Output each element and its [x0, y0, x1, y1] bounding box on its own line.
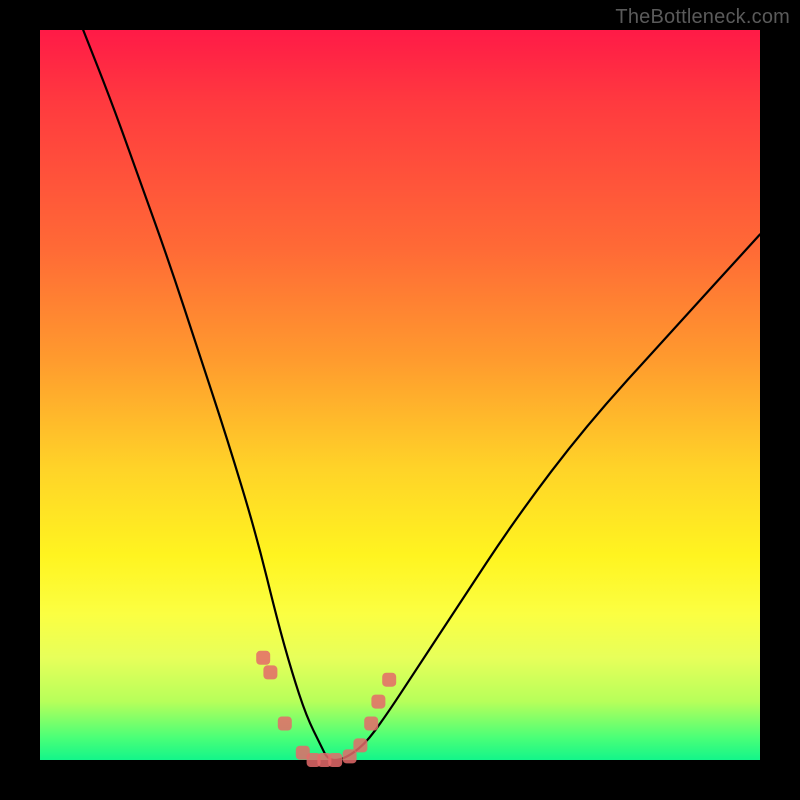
curve-svg — [40, 30, 760, 760]
highlight-dot — [278, 717, 292, 731]
chart-frame: TheBottleneck.com — [0, 0, 800, 800]
highlight-dots — [256, 651, 396, 767]
highlight-dot — [371, 695, 385, 709]
bottleneck-curve — [83, 30, 760, 760]
highlight-dot — [353, 738, 367, 752]
highlight-dot — [256, 651, 270, 665]
highlight-dot — [343, 749, 357, 763]
highlight-dot — [364, 717, 378, 731]
highlight-dot — [263, 665, 277, 679]
highlight-dot — [328, 753, 342, 767]
bottleneck-curve-path — [83, 30, 760, 760]
highlight-dot — [382, 673, 396, 687]
watermark-text: TheBottleneck.com — [615, 6, 790, 29]
plot-area — [40, 30, 760, 760]
